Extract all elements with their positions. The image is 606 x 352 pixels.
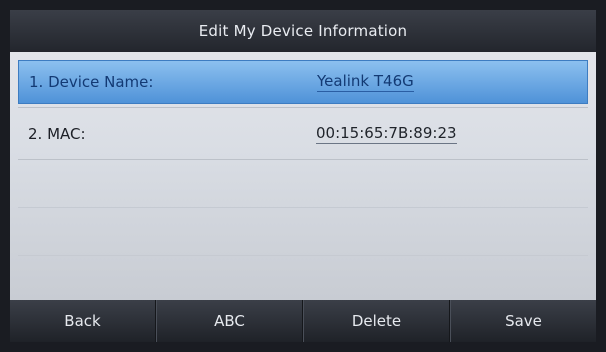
- field-row-device-name[interactable]: 1. Device Name: Yealink T46G: [18, 60, 588, 104]
- title-bar: Edit My Device Information: [10, 10, 596, 52]
- row-divider: [18, 255, 588, 256]
- back-button[interactable]: Back: [10, 300, 156, 342]
- softkey-bar: Back ABC Delete Save: [10, 300, 596, 342]
- row-divider: [18, 159, 588, 160]
- field-list: 1. Device Name: Yealink T46G 2. MAC: 00:…: [10, 52, 596, 300]
- phone-bezel: Edit My Device Information 1. Device Nam…: [0, 0, 606, 352]
- field-label-mac: 2. MAC:: [28, 125, 86, 143]
- row-divider: [18, 207, 588, 208]
- save-button[interactable]: Save: [450, 300, 596, 342]
- device-name-input[interactable]: Yealink T46G: [317, 72, 414, 92]
- row-divider: [18, 107, 588, 108]
- abc-input-mode-button[interactable]: ABC: [156, 300, 303, 342]
- phone-screen: Edit My Device Information 1. Device Nam…: [10, 10, 596, 342]
- mac-input[interactable]: 00:15:65:7B:89:23: [316, 124, 457, 144]
- field-label-device-name: 1. Device Name:: [29, 73, 154, 91]
- field-row-mac[interactable]: 2. MAC: 00:15:65:7B:89:23: [18, 112, 588, 156]
- page-title: Edit My Device Information: [198, 22, 408, 40]
- delete-button[interactable]: Delete: [303, 300, 450, 342]
